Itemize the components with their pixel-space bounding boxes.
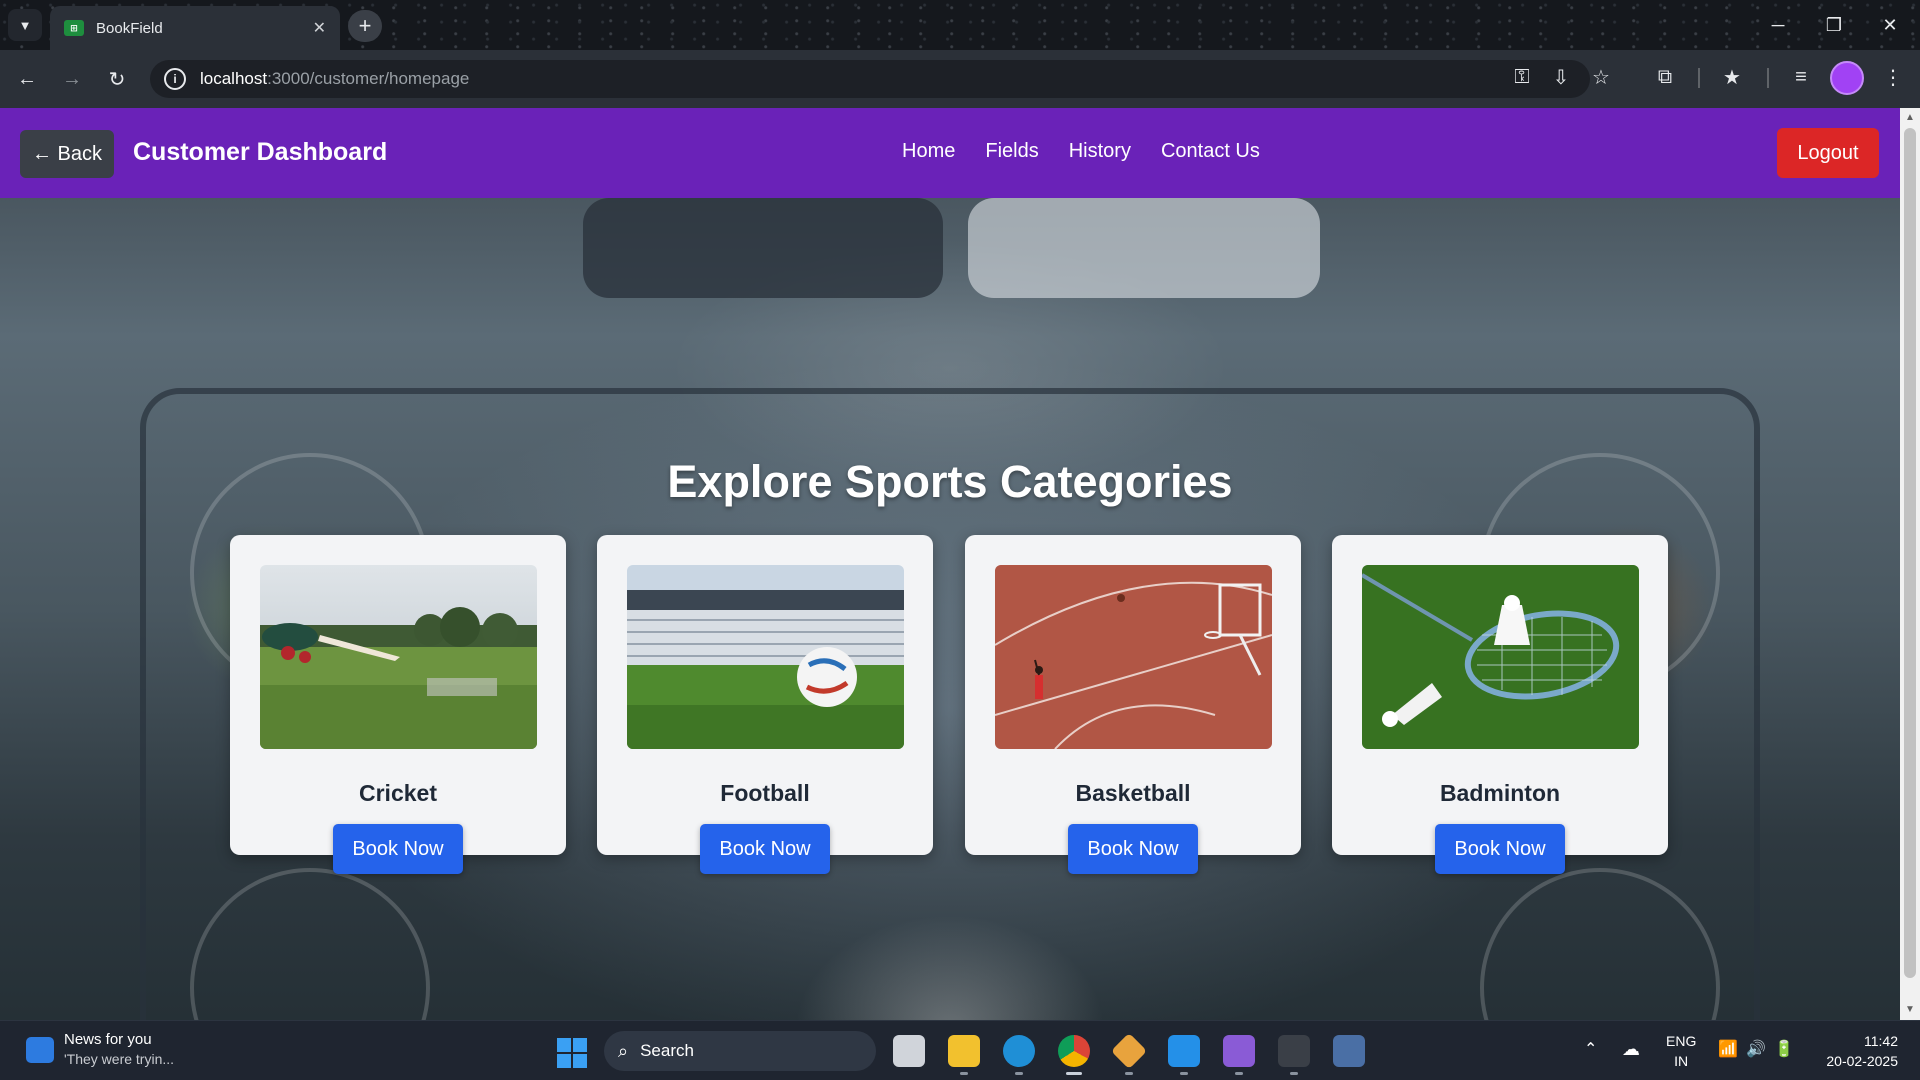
football-image: [627, 565, 904, 749]
category-card-football: Football: [597, 535, 933, 855]
password-key-icon[interactable]: ⚿: [1507, 62, 1537, 92]
dashboard-header: ← Back Customer Dashboard Home Fields Hi…: [0, 108, 1900, 198]
category-name: Basketball: [1075, 780, 1191, 806]
category-card-badminton: Badminton: [1332, 535, 1668, 855]
running-indicator: [1015, 1072, 1023, 1075]
battery-icon[interactable]: 🔋: [1774, 1039, 1794, 1059]
terminal-icon[interactable]: [1278, 1035, 1310, 1067]
running-indicator: [1235, 1072, 1243, 1075]
nav-link-fields[interactable]: Fields: [985, 140, 1038, 163]
nav-link-home[interactable]: Home: [902, 140, 955, 163]
new-tab-button[interactable]: +: [348, 10, 382, 42]
scroll-down-icon[interactable]: ▼: [1905, 1004, 1915, 1015]
tray-chevron-up-icon[interactable]: ⌃: [1584, 1039, 1597, 1059]
task-view-icon[interactable]: [893, 1035, 925, 1067]
book-now-button-badminton[interactable]: Book Now: [1435, 824, 1565, 874]
page-title: Customer Dashboard: [133, 138, 388, 166]
chrome-browser-icon[interactable]: [1058, 1035, 1090, 1067]
toolbar-divider: [1767, 68, 1769, 88]
close-icon[interactable]: ✕: [313, 18, 326, 38]
book-now-button-football[interactable]: Book Now: [700, 824, 830, 874]
category-name: Football: [720, 780, 810, 806]
browser-titlebar: ▼ ⊞ BookField ✕ + ─ ❐ ✕: [0, 0, 1920, 50]
running-indicator: [960, 1072, 968, 1075]
news-widget-subtitle: 'They were tryin...: [64, 1051, 175, 1067]
category-name: Badminton: [1439, 780, 1561, 806]
basketball-image: [995, 565, 1272, 749]
minimize-button[interactable]: ─: [1750, 0, 1806, 50]
taskbar-clock[interactable]: 11:42 20-02-2025: [1818, 1031, 1898, 1071]
restore-button[interactable]: ❐: [1806, 0, 1862, 50]
window-close-button[interactable]: ✕: [1862, 0, 1918, 50]
book-now-button-basketball[interactable]: Book Now: [1068, 824, 1198, 874]
wifi-icon[interactable]: 📶: [1718, 1039, 1738, 1059]
volume-icon[interactable]: 🔊: [1746, 1039, 1766, 1059]
scroll-up-icon[interactable]: ▲: [1905, 112, 1915, 123]
bookmark-star-icon[interactable]: ☆: [1586, 62, 1616, 92]
back-arrow-icon[interactable]: ←: [10, 62, 44, 96]
main-nav: Home Fields History Contact Us: [902, 140, 1260, 163]
vscode-icon[interactable]: [1168, 1035, 1200, 1067]
badminton-image: [1362, 565, 1639, 749]
section-heading: Explore Sports Categories: [667, 456, 1233, 507]
active-indicator: [1066, 1072, 1082, 1075]
file-explorer-icon[interactable]: [948, 1035, 980, 1067]
profile-avatar[interactable]: [1830, 61, 1864, 95]
logout-button[interactable]: Logout: [1777, 128, 1879, 178]
clock-date: 20-02-2025: [1826, 1053, 1898, 1069]
category-card-cricket: Cricket: [230, 535, 566, 855]
install-app-icon[interactable]: ⇩: [1546, 62, 1576, 92]
nav-link-contact[interactable]: Contact Us: [1161, 140, 1260, 163]
reload-icon[interactable]: ↻: [100, 62, 134, 96]
cricket-image: [260, 565, 537, 749]
language-indicator[interactable]: ENG IN: [1666, 1031, 1696, 1071]
tab-title: BookField: [96, 19, 163, 37]
windows-start-icon[interactable]: [557, 1038, 587, 1068]
news-widget-icon[interactable]: [26, 1037, 54, 1063]
windows-taskbar: News for you 'They were tryin... ⌕ Searc…: [0, 1020, 1920, 1080]
media-control-icon[interactable]: ≡: [1786, 62, 1816, 92]
language-code: ENG: [1666, 1033, 1697, 1049]
category-card-basketball: Basketball: [965, 535, 1301, 855]
running-indicator: [1180, 1072, 1188, 1075]
running-indicator: [1125, 1072, 1133, 1075]
region-code: IN: [1674, 1053, 1689, 1069]
url-host: localhost: [200, 69, 268, 88]
sheet-icon: ⊞: [64, 20, 84, 36]
tab-search-button[interactable]: ▼: [8, 9, 42, 41]
browser-tab[interactable]: ⊞ BookField ✕: [50, 6, 340, 50]
visual-studio-icon[interactable]: [1223, 1035, 1255, 1067]
back-button[interactable]: ← Back: [20, 130, 114, 178]
book-now-button-cricket[interactable]: Book Now: [333, 824, 463, 874]
chevron-down-icon: ▼: [18, 17, 32, 33]
plus-icon: +: [358, 13, 372, 38]
url-path: :3000/customer/homepage: [267, 69, 470, 88]
taskbar-search-label: Search: [640, 1041, 694, 1060]
address-bar[interactable]: i localhost:3000/customer/homepage: [150, 60, 1590, 98]
running-indicator: [1290, 1072, 1298, 1075]
browser-toolbar: ← → ↻ i localhost:3000/customer/homepage: [0, 50, 1920, 108]
page-viewport: ← Back Customer Dashboard Home Fields Hi…: [0, 108, 1900, 1020]
onedrive-cloud-icon[interactable]: ☁: [1622, 1039, 1640, 1060]
more-menu-icon[interactable]: ⋮: [1878, 62, 1908, 92]
news-widget-title[interactable]: News for you: [64, 1031, 152, 1048]
site-info-icon[interactable]: i: [164, 68, 186, 90]
favorites-icon[interactable]: ★: [1717, 62, 1747, 92]
forward-arrow-icon[interactable]: →: [55, 62, 89, 96]
taskbar-search[interactable]: ⌕ Search: [604, 1031, 876, 1071]
database-tool-icon[interactable]: [1333, 1035, 1365, 1067]
scrollbar-thumb[interactable]: [1904, 128, 1916, 978]
toolbar-divider: [1698, 68, 1700, 88]
nav-link-history[interactable]: History: [1069, 140, 1131, 163]
clock-time: 11:42: [1864, 1033, 1898, 1049]
search-icon: ⌕: [618, 1040, 629, 1061]
page-scrollbar[interactable]: ▲ ▼: [1900, 108, 1920, 1020]
extensions-icon[interactable]: ⧉: [1650, 62, 1680, 92]
category-name: Cricket: [359, 780, 437, 806]
edge-browser-icon[interactable]: [1003, 1035, 1035, 1067]
git-app-icon[interactable]: [1110, 1032, 1148, 1070]
